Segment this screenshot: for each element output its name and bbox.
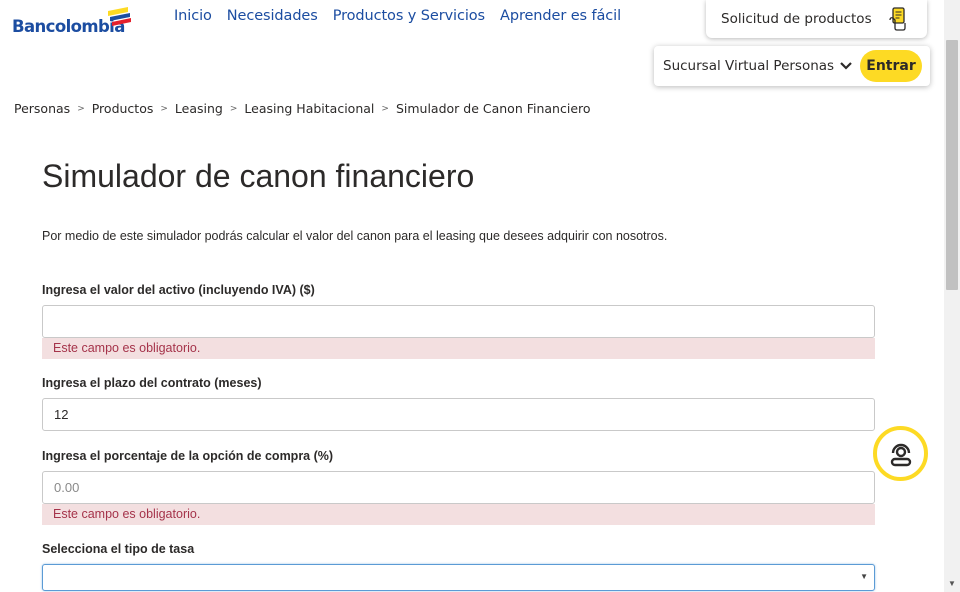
page-intro: Por medio de este simulador podrás calcu… <box>42 229 668 243</box>
nav-productos-servicios[interactable]: Productos y Servicios <box>333 8 485 24</box>
entrar-button[interactable]: Entrar <box>860 50 922 82</box>
breadcrumb-leasing-habitacional[interactable]: Leasing Habitacional <box>244 101 374 116</box>
solicitud-label: Solicitud de productos <box>721 11 872 27</box>
tipo-tasa-select[interactable]: ▼ <box>42 564 875 591</box>
scrollbar-thumb[interactable] <box>946 40 958 290</box>
opcion-compra-input[interactable] <box>42 471 875 504</box>
hand-form-icon <box>889 7 906 31</box>
breadcrumb: Personas > Productos > Leasing > Leasing… <box>14 101 591 116</box>
nav-necesidades[interactable]: Necesidades <box>227 8 318 24</box>
nav-aprender[interactable]: Aprender es fácil <box>500 8 621 24</box>
plazo-label: Ingresa el plazo del contrato (meses) <box>42 376 262 390</box>
activo-error: Este campo es obligatorio. <box>42 338 875 359</box>
select-arrow-icon: ▼ <box>860 572 868 581</box>
activo-input[interactable] <box>42 305 875 338</box>
breadcrumb-separator-icon: > <box>381 103 389 114</box>
solicitud-productos-button[interactable]: Solicitud de productos <box>706 0 927 38</box>
breadcrumb-personas[interactable]: Personas <box>14 101 70 116</box>
nav-inicio[interactable]: Inicio <box>174 8 212 24</box>
chat-agent-button[interactable] <box>873 426 928 481</box>
breadcrumb-separator-icon: > <box>160 103 168 114</box>
bancolombia-logo[interactable]: Bancolombia <box>12 6 131 38</box>
plazo-input[interactable] <box>42 398 875 431</box>
breadcrumb-leasing[interactable]: Leasing <box>175 101 223 116</box>
breadcrumb-productos[interactable]: Productos <box>92 101 154 116</box>
logo-bars-icon <box>108 7 131 26</box>
sucursal-virtual-card: Sucursal Virtual Personas Entrar <box>654 46 930 86</box>
opcion-compra-label: Ingresa el porcentaje de la opción de co… <box>42 449 334 463</box>
activo-label: Ingresa el valor del activo (incluyendo … <box>42 283 315 297</box>
tipo-tasa-label: Selecciona el tipo de tasa <box>42 542 195 556</box>
scroll-down-icon[interactable]: ▼ <box>948 579 956 588</box>
opcion-compra-error: Este campo es obligatorio. <box>42 504 875 525</box>
main-nav: Inicio Necesidades Productos y Servicios… <box>174 8 621 24</box>
breadcrumb-separator-icon: > <box>229 103 238 114</box>
chat-agent-icon <box>890 443 912 467</box>
page-title: Simulador de canon financiero <box>42 158 475 194</box>
chevron-down-icon[interactable] <box>839 61 853 71</box>
sucursal-selector[interactable]: Sucursal Virtual Personas <box>663 58 834 74</box>
page-scrollbar[interactable]: ▼ <box>944 0 960 592</box>
breadcrumb-current: Simulador de Canon Financiero <box>395 101 591 116</box>
breadcrumb-separator-icon: > <box>77 103 85 114</box>
